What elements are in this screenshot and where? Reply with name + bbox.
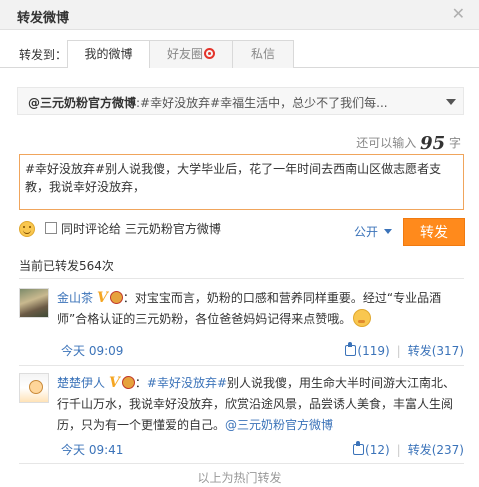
tabs-label: 转发到： bbox=[19, 48, 68, 62]
forward-textarea[interactable]: #幸好没放弃#别人说我傻，大学毕业后，花了一年时间去西南山区做志愿者支教，我说幸… bbox=[19, 154, 464, 210]
tab-private-message[interactable]: 私信 bbox=[232, 40, 294, 68]
dialog-titlebar: 转发微博 ✕ bbox=[0, 0, 479, 30]
verified-badge-icon: V bbox=[97, 290, 108, 306]
forward-count: 当前已转发564次 bbox=[19, 259, 114, 273]
divider bbox=[19, 278, 464, 279]
tab-label: 我的微博 bbox=[84, 47, 133, 61]
share-target-tabs: 转发到： 我的微博 好友圈 私信 bbox=[0, 40, 479, 68]
tab-my-weibo[interactable]: 我的微博 bbox=[67, 40, 150, 68]
divider bbox=[19, 365, 464, 366]
like-icon[interactable] bbox=[353, 441, 365, 455]
close-icon[interactable]: ✕ bbox=[452, 6, 465, 22]
comment-body: 金山茶 V ：对宝宝而言，奶粉的口感和营养同样重要。经过“专业品酒师”合格认证的三元… bbox=[57, 288, 464, 330]
caret-down-icon bbox=[384, 229, 393, 234]
avatar[interactable] bbox=[19, 288, 49, 318]
comment-checkbox[interactable] bbox=[45, 222, 57, 234]
original-post-quote[interactable]: @三元奶粉官方微博:#幸好没放弃#幸福生活中，总少不了我们每... bbox=[17, 87, 464, 115]
comment-actions: (12) | 转发(237) bbox=[353, 441, 464, 458]
visibility-select[interactable]: 公开 bbox=[354, 223, 393, 240]
verified-badge-icon: V bbox=[109, 375, 120, 391]
forward-button[interactable]: 转发 bbox=[403, 218, 465, 246]
hot-forwards-footer: 以上为热门转发 bbox=[197, 471, 282, 485]
counter-number: 95 bbox=[420, 133, 446, 154]
smiley-icon[interactable] bbox=[19, 221, 35, 237]
dialog-title: 转发微博 bbox=[17, 11, 70, 26]
tab-friend-circle[interactable]: 好友圈 bbox=[149, 40, 233, 68]
comment-meta: 今天 09:41 (12) | 转发(237) bbox=[57, 441, 464, 459]
caret-down-icon[interactable] bbox=[446, 99, 456, 105]
comment-actions: (119) | 转发(317) bbox=[345, 342, 464, 359]
comment-checkbox-label[interactable]: 同时评论给 三元奶粉官方微博 bbox=[61, 220, 221, 237]
compose-options: 同时评论给 三元奶粉官方微博 公开 转发 bbox=[19, 218, 465, 246]
quote-text: @三元奶粉官方微博:#幸好没放弃#幸福生活中，总少不了我们每... bbox=[28, 94, 443, 111]
friend-circle-icon bbox=[204, 48, 215, 59]
action-separator: | bbox=[396, 344, 401, 358]
tab-label: 私信 bbox=[250, 47, 275, 61]
forward-link[interactable]: 转发(237) bbox=[408, 443, 464, 457]
medal-icon bbox=[109, 291, 123, 304]
comment-author[interactable]: 金山茶 bbox=[57, 291, 93, 305]
medal-icon bbox=[121, 376, 135, 389]
divider bbox=[19, 463, 464, 464]
comment-author[interactable]: 楚楚伊人 bbox=[57, 376, 105, 390]
topic-link[interactable]: #幸好没放弃# bbox=[147, 376, 227, 390]
counter-suffix: 字 bbox=[448, 136, 461, 150]
comment-body: 楚楚伊人 V ：#幸好没放弃#别人说我傻，用生命大半时间游大江南北、行千山万水，我说… bbox=[57, 375, 456, 432]
like-count[interactable]: (12) bbox=[365, 443, 390, 457]
quote-body: :#幸好没放弃#幸福生活中，总少不了我们每... bbox=[136, 96, 388, 110]
quote-author: @三元奶粉官方微博 bbox=[28, 96, 137, 110]
forward-link[interactable]: 转发(317) bbox=[408, 344, 464, 358]
mention-link[interactable]: @三元奶粉官方微博 bbox=[225, 418, 333, 432]
comment-time[interactable]: 今天 09:09 bbox=[61, 342, 123, 359]
comment-meta: 今天 09:09 (119) | 转发(317) bbox=[57, 342, 464, 360]
char-counter: 还可以输入 95 字 bbox=[356, 133, 461, 154]
action-separator: | bbox=[396, 443, 401, 457]
like-icon[interactable] bbox=[345, 342, 357, 356]
counter-prefix: 还可以输入 bbox=[356, 136, 417, 150]
like-count[interactable]: (119) bbox=[357, 344, 389, 358]
tab-label: 好友圈 bbox=[166, 47, 203, 61]
avatar[interactable] bbox=[19, 373, 49, 403]
thinking-emoji-icon bbox=[353, 309, 372, 327]
visibility-label: 公开 bbox=[354, 225, 379, 239]
comment-time[interactable]: 今天 09:41 bbox=[61, 441, 123, 458]
